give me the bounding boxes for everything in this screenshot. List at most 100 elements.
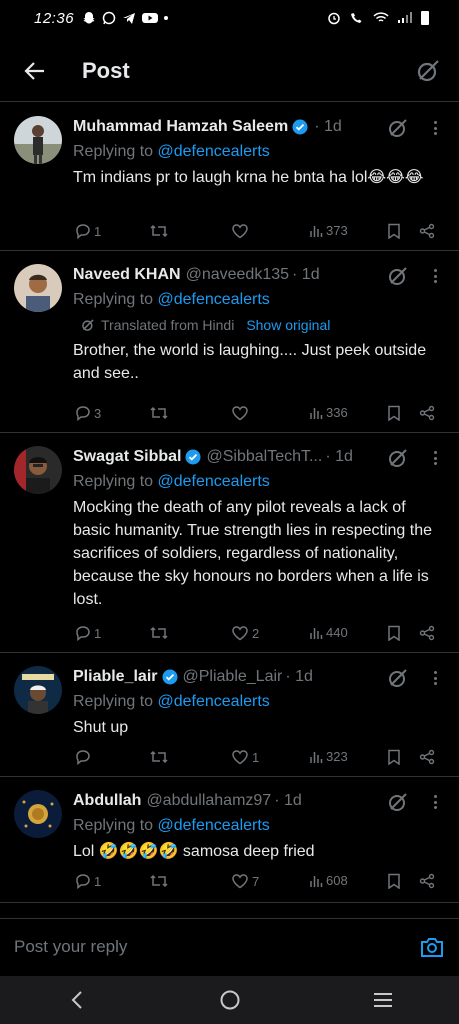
back-button[interactable] <box>18 54 52 88</box>
author-name[interactable]: Muhammad Hamzah Saleem <box>73 118 288 136</box>
reply-post[interactable]: Pliable_lair @Pliable_Lair · 1d Replying… <box>0 653 459 777</box>
share-icon <box>419 873 435 889</box>
bookmark-button[interactable] <box>387 749 401 765</box>
author-handle[interactable]: @abdullahamz97 <box>146 792 271 810</box>
more-options-icon[interactable] <box>427 119 443 137</box>
avatar[interactable] <box>14 446 62 494</box>
post-time[interactable]: · 1d <box>314 118 342 136</box>
replies-list: Muhammad Hamzah Saleem · 1d Replying to … <box>0 103 459 903</box>
menu-lines-icon <box>373 993 392 1007</box>
replying-to-link[interactable]: @defencealerts <box>158 817 270 834</box>
alarm-icon <box>328 12 340 25</box>
repost-button[interactable] <box>149 223 169 239</box>
bookmark-icon <box>388 405 400 421</box>
grok-icon[interactable] <box>387 791 409 813</box>
share-button[interactable] <box>419 625 435 641</box>
share-button[interactable] <box>419 405 435 421</box>
author-handle[interactable]: @Pliable_Lair <box>183 668 283 686</box>
replying-to: Replying to @defencealerts <box>73 817 270 834</box>
reply-button[interactable]: 3 <box>75 405 101 421</box>
grok-icon[interactable] <box>387 265 409 287</box>
like-count: 1 <box>252 749 260 765</box>
post-text: Mocking the death of any pilot reveals a… <box>73 499 432 608</box>
views-icon <box>310 875 323 887</box>
post-time[interactable]: · 1d <box>292 266 320 284</box>
post-time[interactable]: · 1d <box>274 792 302 810</box>
nav-home-button[interactable] <box>210 980 250 1020</box>
reply-post[interactable]: Muhammad Hamzah Saleem · 1d Replying to … <box>0 103 459 251</box>
battery-icon <box>421 11 429 25</box>
author-name[interactable]: Pliable_lair <box>73 668 158 686</box>
show-original-link[interactable]: Show original <box>246 317 330 333</box>
like-button[interactable]: 2 <box>231 625 259 641</box>
avatar[interactable] <box>14 116 62 164</box>
post-time[interactable]: · 1d <box>325 448 353 466</box>
views-button[interactable]: 608 <box>309 873 348 888</box>
heart-icon <box>232 750 248 765</box>
more-options-icon[interactable] <box>427 793 443 811</box>
repost-icon <box>150 626 168 640</box>
repost-button[interactable] <box>149 749 169 765</box>
verified-badge-icon <box>162 669 177 685</box>
views-button[interactable]: 440 <box>309 625 348 640</box>
camera-icon[interactable] <box>419 934 445 960</box>
system-icons <box>327 11 429 25</box>
translated-label: Translated from Hindi <box>101 317 235 333</box>
views-button[interactable]: 373 <box>309 223 348 238</box>
avatar[interactable] <box>14 666 62 714</box>
action-bar: 1 323 <box>73 737 443 781</box>
views-button[interactable]: 336 <box>309 405 348 420</box>
reply-button[interactable]: 1 <box>75 625 101 641</box>
repost-icon <box>150 406 168 420</box>
nav-back-button[interactable] <box>57 980 97 1020</box>
grok-icon[interactable] <box>387 117 409 139</box>
wifi-icon <box>373 12 389 22</box>
share-icon <box>419 223 435 239</box>
replying-to-link[interactable]: @defencealerts <box>158 693 270 710</box>
more-options-icon[interactable] <box>427 267 443 285</box>
share-button[interactable] <box>419 223 435 239</box>
grok-icon[interactable] <box>387 447 409 469</box>
reply-post[interactable]: Abdullah @abdullahamz97 · 1d Replying to… <box>0 777 459 903</box>
author-name[interactable]: Naveed KHAN <box>73 266 181 284</box>
author-name[interactable]: Abdullah <box>73 792 141 810</box>
bookmark-button[interactable] <box>387 405 401 421</box>
reply-post[interactable]: Naveed KHAN @naveedk135 · 1d Replying to… <box>0 251 459 433</box>
replying-to-link[interactable]: @defencealerts <box>158 473 270 490</box>
like-button[interactable]: 1 <box>231 749 259 765</box>
bookmark-button[interactable] <box>387 223 401 239</box>
bookmark-button[interactable] <box>387 625 401 641</box>
verified-badge-icon <box>185 449 201 465</box>
share-button[interactable] <box>419 873 435 889</box>
like-button[interactable] <box>231 223 252 239</box>
replying-to-link[interactable]: @defencealerts <box>158 143 270 160</box>
heart-icon <box>232 406 248 421</box>
reply-button[interactable]: 1 <box>75 873 101 889</box>
reply-post[interactable]: Swagat Sibbal @SibbalTechT... · 1d Reply… <box>0 433 459 653</box>
reply-button[interactable]: 1 <box>75 223 101 239</box>
post-time[interactable]: · 1d <box>285 668 313 686</box>
author-handle[interactable]: @SibbalTechT... <box>206 448 322 466</box>
share-button[interactable] <box>419 749 435 765</box>
repost-button[interactable] <box>149 873 169 889</box>
like-button[interactable] <box>231 405 252 421</box>
nav-recents-button[interactable] <box>363 980 403 1020</box>
repost-button[interactable] <box>149 625 169 641</box>
more-options-icon[interactable] <box>427 669 443 687</box>
repost-button[interactable] <box>149 405 169 421</box>
reply-button[interactable] <box>75 749 94 765</box>
views-button[interactable]: 323 <box>309 749 348 764</box>
reply-input[interactable]: Post your reply <box>14 937 127 957</box>
more-options-icon[interactable] <box>427 449 443 467</box>
avatar[interactable] <box>14 264 62 312</box>
grok-button[interactable] <box>413 56 443 86</box>
action-bar: 1 2 440 <box>73 613 443 657</box>
post-text: Shut up <box>73 719 129 736</box>
grok-icon[interactable] <box>387 667 409 689</box>
author-name[interactable]: Swagat Sibbal <box>73 448 181 466</box>
avatar[interactable] <box>14 790 62 838</box>
like-button[interactable]: 7 <box>231 873 259 889</box>
bookmark-button[interactable] <box>387 873 401 889</box>
author-handle[interactable]: @naveedk135 <box>186 266 289 284</box>
replying-to-link[interactable]: @defencealerts <box>158 291 270 308</box>
